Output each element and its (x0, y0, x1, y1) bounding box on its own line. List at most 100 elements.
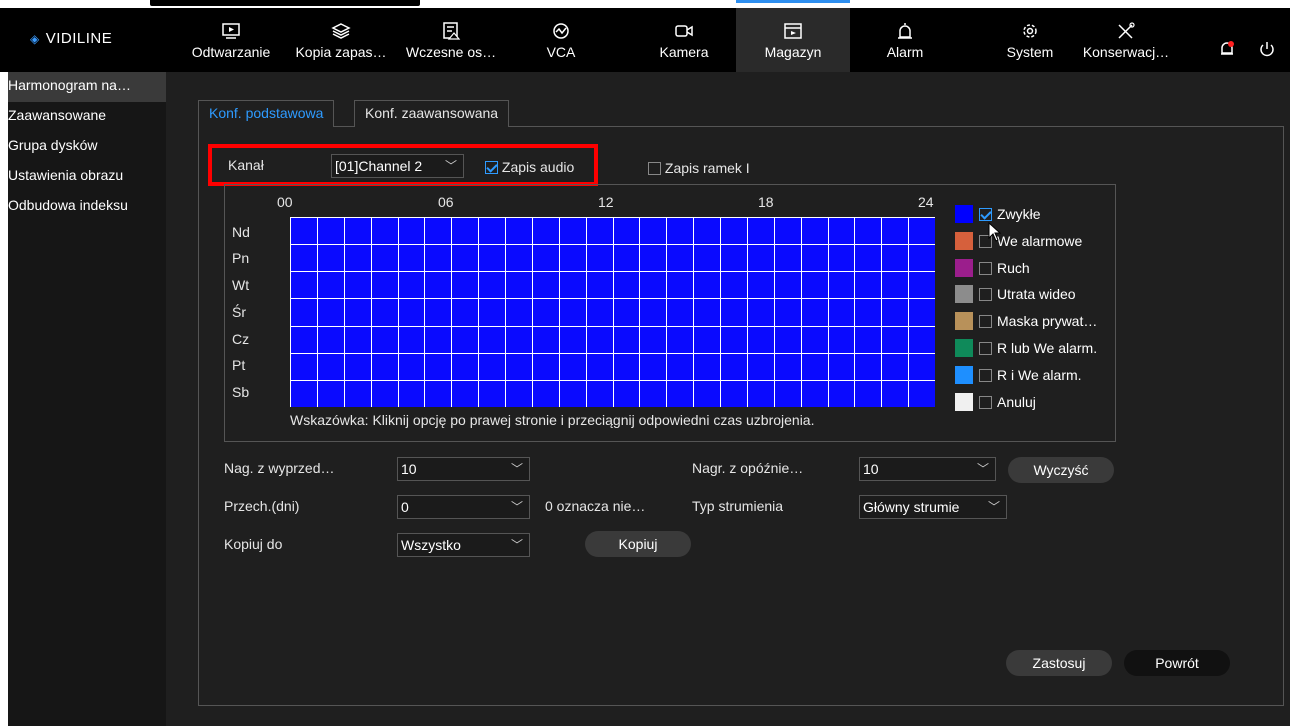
tab-advanced-config[interactable]: Konf. zaawansowana (354, 100, 510, 127)
hour-label: 00 (277, 194, 293, 210)
checkbox-icon[interactable] (979, 261, 992, 275)
hour-label: 18 (758, 194, 774, 210)
sidebar-item-label: Zaawansowane (8, 107, 107, 123)
copy-button[interactable]: Kopiuj (585, 531, 691, 557)
sidebar-item-rebuild-index[interactable]: Odbudowa indeksu (8, 192, 166, 222)
legend-color-swatch[interactable] (955, 312, 973, 331)
top-navigation: ◈ VIDILINE Odtwarzanie Kopia zapas… Wczes… (0, 0, 1290, 72)
postrecord-label: Nagr. z opóźnie… (692, 460, 804, 476)
retention-label: Przech.(dni) (224, 498, 300, 514)
postrecord-value: 10 (863, 461, 879, 477)
legend-label: Ruch (997, 259, 1030, 276)
sidebar-item-label: Ustawienia obrazu (8, 167, 124, 183)
nav-item-early-warning[interactable]: Wczesne os… (396, 8, 506, 72)
copy-to-label: Kopiuj do (224, 536, 283, 552)
legend-color-swatch[interactable] (955, 258, 973, 277)
top-strip-notch (150, 0, 420, 6)
legend-color-swatch[interactable] (955, 365, 973, 384)
schedule-hint: Wskazówka: Kliknij opcję po prawej stron… (290, 412, 815, 428)
copy-to-select[interactable]: Wszystko ﹀ (397, 533, 530, 557)
nav-item-vca[interactable]: VCA (526, 8, 596, 72)
checkbox-icon (648, 162, 661, 175)
day-label: Cz (232, 331, 250, 347)
legend-color-swatch[interactable] (955, 285, 973, 304)
nav-item-system[interactable]: System (990, 8, 1070, 72)
chevron-down-icon: ﹀ (976, 462, 989, 476)
sidebar-item-disk-group[interactable]: Grupa dysków (8, 132, 166, 162)
retention-value: 0 (401, 499, 409, 515)
legend-label: Zwykłe (997, 206, 1041, 222)
apply-button[interactable]: Zastosuj (1006, 650, 1112, 676)
nav-label: System (1006, 44, 1054, 60)
retention-note: 0 oznacza nie… (545, 498, 646, 514)
sidebar-item-image-settings[interactable]: Ustawienia obrazu (8, 162, 166, 192)
logo-text: VIDILINE (45, 30, 113, 47)
retention-select[interactable]: 0 ﹀ (397, 495, 530, 519)
checkbox-icon[interactable] (979, 368, 992, 382)
prerecord-value: 10 (401, 461, 417, 477)
sidebar-item-advanced[interactable]: Zaawansowane (8, 102, 166, 132)
top-strip (0, 0, 1290, 8)
nav-item-playback[interactable]: Odtwarzanie (176, 8, 286, 72)
checkbox-icon[interactable] (979, 315, 992, 329)
alarm-icon (898, 23, 912, 39)
mouse-cursor-icon (988, 222, 1002, 242)
checkbox-icon[interactable] (979, 288, 992, 302)
tab-basic-config[interactable]: Konf. podstawowa (198, 100, 335, 127)
red-highlight-box (208, 144, 598, 186)
schedule-grid[interactable] (290, 217, 935, 407)
legend-color-swatch[interactable] (955, 339, 973, 357)
legend-label: Utrata wideo (997, 286, 1076, 303)
iframe-record-checkbox[interactable]: Zapis ramek I (648, 160, 750, 176)
day-label: Sb (232, 384, 250, 400)
legend-color-swatch[interactable] (955, 392, 973, 411)
stream-type-select[interactable]: Główny strumie ﹀ (859, 495, 1007, 519)
stream-type-label: Typ strumienia (692, 498, 784, 514)
chevron-down-icon: ﹀ (510, 500, 523, 514)
nav-item-alarm[interactable]: Alarm (870, 8, 940, 72)
nav-item-camera[interactable]: Kamera (644, 8, 724, 72)
prerecord-select[interactable]: 10 ﹀ (397, 457, 530, 481)
legend-color-swatch[interactable] (955, 231, 973, 250)
brand-logo: ◈ VIDILINE (30, 30, 112, 47)
day-label: Pn (232, 250, 250, 266)
chevron-down-icon: ﹀ (510, 538, 523, 552)
legend-label: R lub We alarm. (997, 340, 1098, 356)
early-warning-icon (443, 22, 461, 40)
prerecord-label: Nag. z wyprzed… (224, 460, 335, 476)
sidebar-item-label: Odbudowa indeksu (8, 197, 128, 213)
iframe-record-label: Zapis ramek I (664, 160, 750, 176)
nav-label: Magazyn (764, 44, 822, 60)
sidebar-item-recording-schedule[interactable]: Harmonogram na… (8, 72, 166, 102)
nav-label: Kamera (659, 44, 709, 60)
clear-button[interactable]: Wyczyść (1008, 457, 1114, 483)
postrecord-select[interactable]: 10 ﹀ (859, 457, 996, 481)
vca-icon (553, 23, 569, 39)
nav-label: Odtwarzanie (191, 44, 271, 60)
hour-label: 24 (918, 194, 934, 210)
nav-label: Konserwacj… (1082, 44, 1170, 60)
bell-icon[interactable] (1218, 40, 1236, 63)
nav-label: VCA (546, 44, 576, 60)
legend-color-swatch[interactable] (955, 205, 973, 223)
camera-icon (675, 25, 693, 37)
nav-label: Wczesne os… (405, 44, 497, 60)
nav-item-storage[interactable]: Magazyn (736, 0, 850, 72)
nav-item-maintenance[interactable]: Konserwacj… (1076, 8, 1176, 72)
chevron-down-icon: ﹀ (510, 462, 523, 476)
sidebar-item-label: Grupa dysków (8, 137, 98, 153)
nav-label: Alarm (886, 44, 924, 60)
power-icon[interactable] (1258, 40, 1276, 63)
legend-label: We alarmowe (997, 232, 1083, 249)
checkbox-icon[interactable] (979, 395, 992, 409)
maintenance-tools-icon (1118, 22, 1135, 39)
nav-item-backup[interactable]: Kopia zapas… (286, 8, 396, 72)
checkbox-icon[interactable] (979, 342, 992, 355)
legend-label: Maska prywat… (997, 313, 1098, 330)
back-button[interactable]: Powrót (1124, 650, 1230, 676)
checkbox-checked-icon[interactable] (979, 208, 992, 221)
legend-label: R i We alarm. (997, 366, 1082, 383)
backup-icon (331, 23, 351, 39)
legend-label: Anuluj (997, 393, 1036, 410)
playback-icon (222, 23, 240, 39)
